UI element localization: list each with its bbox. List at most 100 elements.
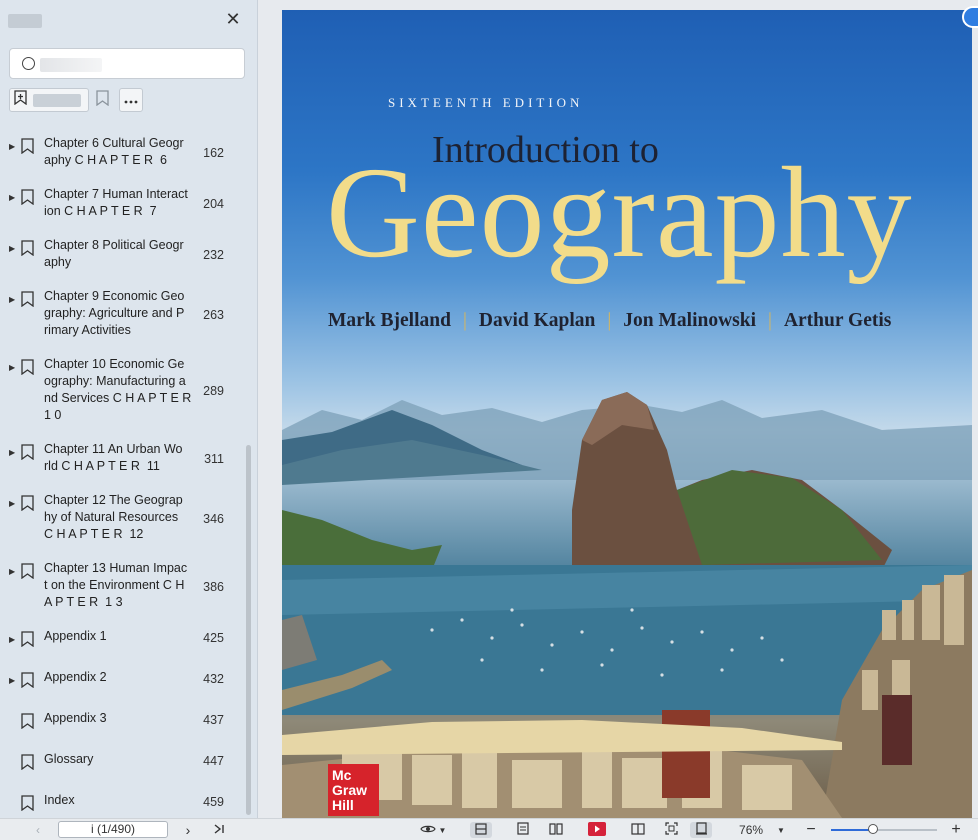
outline-item[interactable]: ▶ Chapter 10 Economic Ge ography: Manufact… — [0, 356, 246, 424]
outline-label-line: Chapter 9 Economic Geo — [44, 289, 185, 303]
outline-item[interactable]: Index 459 — [0, 792, 246, 816]
more-options-button[interactable] — [119, 88, 143, 112]
outline-item-page: 311 — [204, 452, 224, 466]
outline-item-label: Chapter 13 Human Impac t on the Environme… — [44, 560, 196, 611]
outline-label-line: rld C H A P T E R 11 — [44, 459, 160, 473]
outline-label-line: graphy: Agriculture and P — [44, 306, 185, 320]
search-placeholder-redacted — [40, 58, 102, 72]
outline-item-label: Index — [44, 792, 196, 809]
outline-item-page: 459 — [203, 794, 224, 809]
outline-item[interactable]: ▶ Chapter 6 Cultural Geogr aphy C H A P T … — [0, 135, 246, 169]
sidebar-scrollbar[interactable] — [246, 445, 251, 815]
outline-item-page: 386 — [203, 579, 224, 594]
outline-item-label: Chapter 12 The Geograp hy of Natural Reso… — [44, 492, 196, 543]
fit-width-icon — [475, 822, 487, 838]
expand-arrow-icon[interactable]: ▶ — [9, 135, 21, 155]
outline-item[interactable]: ▶ Chapter 11 An Urban Wo rld C H A P T E R… — [0, 441, 246, 475]
rio-landscape-illustration — [282, 392, 972, 818]
chevron-right-icon: › — [185, 822, 191, 838]
author-name: David Kaplan — [478, 310, 596, 331]
expand-arrow-icon[interactable]: ▶ — [9, 237, 21, 257]
play-icon — [588, 821, 606, 839]
outline-item[interactable]: ▶ Chapter 9 Economic Geo graphy: Agricultu… — [0, 288, 246, 339]
split-page-icon — [631, 822, 645, 838]
outline-search-input[interactable] — [9, 48, 245, 79]
bookmark-add-icon — [14, 90, 27, 110]
single-page-button[interactable] — [512, 822, 534, 838]
more-icon — [124, 91, 138, 109]
outline-item-label: Chapter 7 Human Interact ion C H A P T E … — [44, 186, 196, 220]
outline-item-page: 289 — [203, 384, 224, 398]
outline-item-page: 263 — [203, 307, 224, 322]
outline-item[interactable]: ▶ Appendix 2 432 — [0, 669, 246, 693]
fit-page-button[interactable] — [660, 822, 682, 838]
outline-item-label: Appendix 2 — [44, 669, 196, 686]
expand-arrow-icon[interactable]: ▶ — [9, 441, 21, 461]
outline-label-line: Chapter 12 The Geograp — [44, 493, 183, 507]
outline-item[interactable]: ▶ Chapter 8 Political Geogr aphy 232 — [0, 237, 246, 271]
expand-arrow-icon[interactable]: ▶ — [9, 288, 21, 308]
outline-label-line: rimary Activities — [44, 323, 131, 337]
two-page-button[interactable] — [545, 822, 567, 838]
outline-label-line: hy of Natural Resources — [44, 510, 179, 524]
zoom-slider-handle[interactable] — [868, 824, 879, 834]
zoom-in-button[interactable]: + — [948, 821, 964, 838]
last-page-button[interactable] — [210, 822, 228, 838]
sidebar-toolbar — [9, 88, 249, 112]
expand-arrow-icon[interactable]: ▶ — [9, 186, 21, 206]
add-bookmark-button[interactable] — [9, 88, 89, 112]
zoom-slider-fill — [831, 829, 874, 831]
outline-label-line: Appendix 2 — [44, 670, 107, 684]
outline-item-page: 346 — [203, 511, 224, 526]
outline-item-label: Chapter 6 Cultural Geogr aphy C H A P T E… — [44, 135, 196, 169]
outline-list: ▶ Chapter 6 Cultural Geogr aphy C H A P T … — [0, 130, 246, 816]
publisher-logo: Mc Graw Hill — [328, 764, 379, 816]
eye-icon — [419, 823, 436, 837]
page-number-input[interactable]: i (1/490) — [58, 821, 168, 838]
outline-item-label: Appendix 3 — [44, 710, 196, 727]
chevron-down-icon: ▼ — [438, 825, 447, 835]
outline-item[interactable]: ▶ Appendix 1 425 — [0, 628, 246, 652]
outline-label-line: t on the Environment C H — [44, 578, 185, 592]
logo-line: Mc — [332, 767, 352, 783]
next-page-button[interactable]: › — [180, 822, 196, 838]
bookmark-toggle-button[interactable] — [91, 88, 113, 112]
expand-arrow-icon[interactable]: ▶ — [9, 356, 21, 376]
outline-item-label: Chapter 11 An Urban Wo rld C H A P T E R … — [44, 441, 196, 475]
edition-label: SIXTEENTH EDITION — [388, 95, 584, 110]
play-slideshow-button[interactable] — [586, 821, 608, 839]
outline-item-label: Appendix 1 — [44, 628, 196, 645]
expand-arrow-icon[interactable]: ▶ — [9, 669, 21, 689]
outline-item[interactable]: Appendix 3 437 — [0, 710, 246, 734]
sidebar-header: ✕ — [0, 0, 257, 40]
author-name: Jon Malinowski — [623, 310, 757, 331]
outline-item[interactable]: ▶ Chapter 7 Human Interact ion C H A P T E… — [0, 186, 246, 220]
floating-tool-icon[interactable] — [962, 6, 978, 28]
outline-item-page: 162 — [203, 146, 224, 160]
outline-item[interactable]: ▶ Chapter 12 The Geograp hy of Natural Res… — [0, 492, 246, 543]
view-mode-button[interactable]: ▼ — [417, 822, 449, 838]
actual-size-button[interactable] — [690, 822, 712, 838]
outline-label-line: nd Services C H A P T E R — [44, 391, 192, 405]
outline-item[interactable]: ▶ Chapter 13 Human Impac t on the Environm… — [0, 560, 246, 611]
bookmark-icon — [21, 186, 37, 210]
outline-item-page: 204 — [203, 197, 224, 211]
prev-page-button[interactable]: ‹ — [30, 822, 46, 838]
close-sidebar-button[interactable]: ✕ — [224, 10, 242, 28]
outline-item-label: Glossary — [44, 751, 196, 768]
expand-arrow-icon[interactable]: ▶ — [9, 628, 21, 648]
bookmark-icon — [95, 89, 109, 111]
zoom-select[interactable]: 76% ▼ — [732, 822, 792, 838]
zoom-out-button[interactable]: − — [803, 821, 819, 838]
expand-arrow-icon[interactable]: ▶ — [9, 492, 21, 512]
outline-item-page: 232 — [203, 248, 224, 262]
author-separator: | — [768, 310, 772, 331]
outline-label-line: A P T E R 1 3 — [44, 595, 123, 609]
outline-label-line: Chapter 13 Human Impac — [44, 561, 188, 575]
fit-page-icon — [664, 822, 678, 838]
expand-arrow-icon[interactable]: ▶ — [9, 560, 21, 580]
outline-item[interactable]: Glossary 447 — [0, 751, 246, 775]
two-page-scroll-button[interactable] — [627, 822, 649, 838]
outline-item-page: 432 — [203, 671, 224, 686]
fit-width-button[interactable] — [470, 822, 492, 838]
